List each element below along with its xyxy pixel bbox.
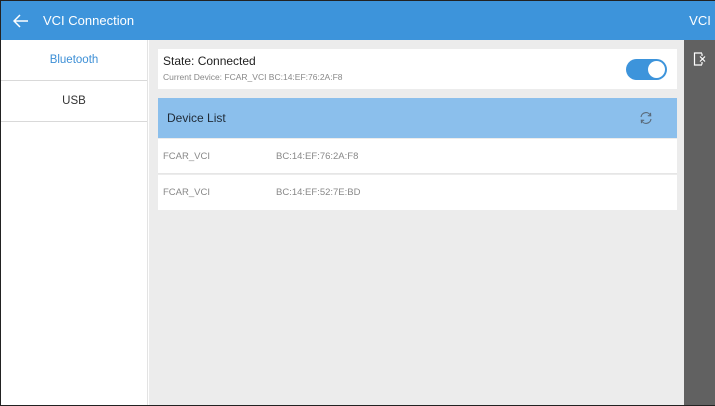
toggle-knob	[648, 61, 665, 78]
connection-state-card: State: Connected Current Device: FCAR_VC…	[158, 49, 677, 89]
device-name: FCAR_VCI	[163, 150, 210, 162]
device-row[interactable]: FCAR_VCI BC:14:EF:76:2A:F8	[158, 139, 677, 174]
side-panel-title: VCI	[684, 1, 715, 40]
device-mac: BC:14:EF:76:2A:F8	[276, 150, 359, 162]
exit-button[interactable]	[684, 40, 715, 78]
device-row[interactable]: FCAR_VCI BC:14:EF:52:7E:BD	[158, 175, 677, 210]
tab-usb[interactable]: USB	[1, 81, 147, 122]
connection-type-tabs: Bluetooth USB	[1, 40, 148, 405]
top-app-bar: VCI Connection	[1, 1, 684, 40]
device-list-header: Device List	[158, 98, 677, 138]
page-title: VCI Connection	[43, 13, 135, 28]
right-side-panel: VCI	[684, 1, 715, 405]
refresh-button[interactable]	[631, 103, 661, 133]
device-name: FCAR_VCI	[163, 187, 210, 198]
tab-bluetooth[interactable]: Bluetooth	[1, 40, 147, 81]
bluetooth-toggle[interactable]	[626, 59, 667, 80]
exit-icon	[693, 52, 706, 66]
back-button[interactable]	[1, 1, 41, 40]
refresh-icon	[640, 112, 652, 124]
connection-state: State: Connected	[163, 54, 256, 68]
device-list-title: Device List	[167, 111, 226, 125]
current-device: Current Device: FCAR_VCI BC:14:EF:76:2A:…	[163, 72, 343, 82]
app-frame: VCI Connection Bluetooth USB State: Conn…	[0, 0, 715, 406]
tab-bluetooth-label: Bluetooth	[49, 54, 99, 66]
main-panel: State: Connected Current Device: FCAR_VC…	[149, 40, 684, 405]
device-mac: BC:14:EF:52:7E:BD	[276, 187, 361, 198]
arrow-left-icon	[13, 13, 28, 28]
tab-usb-label: USB	[62, 95, 86, 107]
